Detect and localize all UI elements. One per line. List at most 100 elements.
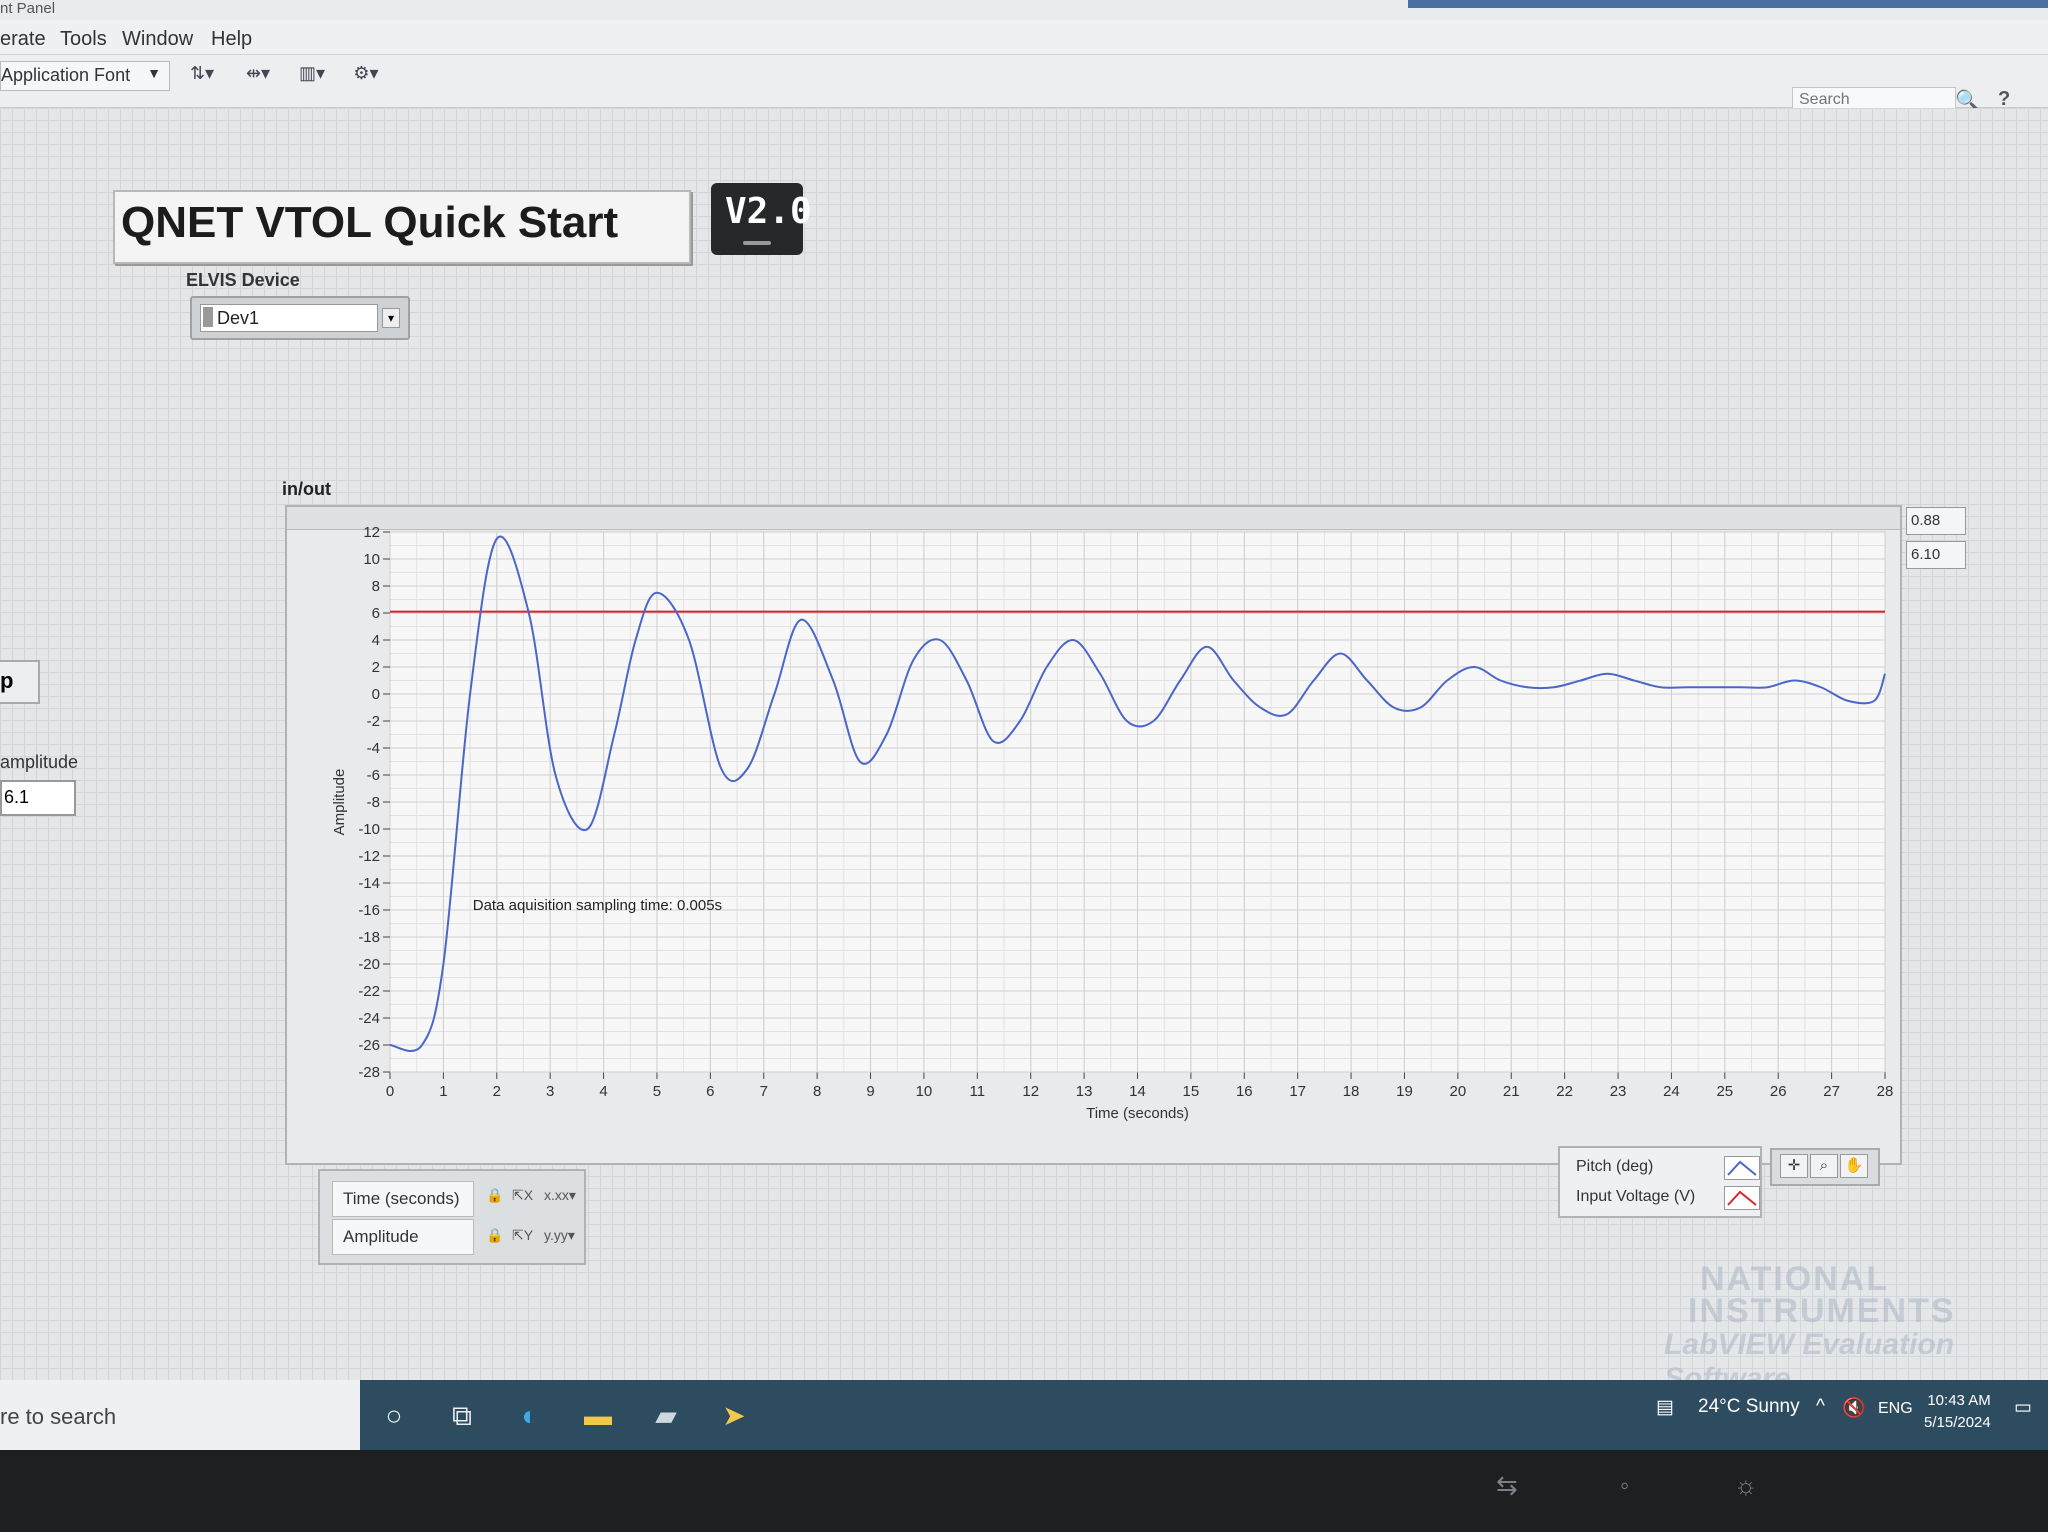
menu-operate[interactable]: erate — [0, 28, 46, 51]
brightness-icon: ☼ — [1734, 1470, 1758, 1500]
x-tick-label: 4 — [599, 1083, 607, 1100]
x-tick-label: 16 — [1236, 1083, 1253, 1100]
y-tick-label: -16 — [358, 902, 380, 919]
resize-objects-icon[interactable]: ▥▾ — [290, 63, 334, 91]
y-tick-label: -14 — [358, 875, 380, 892]
weather-icon[interactable]: ▤ — [1656, 1396, 1674, 1419]
y-tick-label: -20 — [358, 956, 380, 973]
x-tick-label: 23 — [1610, 1083, 1627, 1100]
system-clock[interactable]: 10:43 AM 5/15/2024 — [1924, 1390, 1991, 1434]
format-y-icon[interactable]: y.yy▾ — [544, 1227, 575, 1244]
elvis-device-label: ELVIS Device — [186, 270, 300, 290]
y-tick-label: -2 — [367, 713, 380, 730]
cortana-circle-icon[interactable]: ○ — [372, 1394, 416, 1438]
language-indicator[interactable]: ENG — [1878, 1400, 1913, 1418]
chevron-down-icon: ▼ — [147, 65, 161, 81]
labview-icon[interactable]: ➤ — [712, 1394, 756, 1438]
x-tick-label: 8 — [813, 1083, 821, 1100]
x-tick-label: 27 — [1823, 1083, 1840, 1100]
y-tick-label: 6 — [372, 605, 380, 622]
app-pad-icon[interactable]: ▰ — [644, 1394, 688, 1438]
menu-help[interactable]: Help — [211, 28, 252, 51]
menu-window[interactable]: Window — [122, 28, 193, 51]
y-tick-label: -28 — [358, 1064, 380, 1081]
y-tick-label: 0 — [372, 686, 380, 703]
zoom-icon[interactable]: ⌕ — [1810, 1154, 1838, 1178]
x-tick-label: 1 — [439, 1083, 447, 1100]
graph-label: in/out — [282, 479, 331, 499]
x-tick-label: 2 — [493, 1083, 501, 1100]
panel-title: QNET VTOL Quick Start — [121, 198, 619, 247]
taskbar-search[interactable]: re to search — [0, 1380, 360, 1450]
cursor-move-icon[interactable]: ✛ — [1780, 1154, 1808, 1178]
weather-text[interactable]: 24°C Sunny — [1698, 1396, 1800, 1418]
scale-legend-y[interactable]: Amplitude — [332, 1219, 474, 1255]
x-tick-label: 17 — [1289, 1083, 1306, 1100]
x-tick-label: 12 — [1022, 1083, 1039, 1100]
speaker-muted-icon[interactable]: 🔇 — [1842, 1396, 1866, 1420]
chevron-down-icon[interactable]: ▾ — [382, 308, 400, 328]
elvis-device-value: Dev1 — [217, 308, 260, 328]
y-tick-label: -4 — [367, 740, 380, 757]
window-title: nt Panel — [0, 0, 56, 17]
x-tick-label: 25 — [1716, 1083, 1733, 1100]
y-tick-label: 10 — [363, 551, 380, 568]
y-tick-label: 8 — [372, 578, 380, 595]
x-tick-label: 20 — [1450, 1083, 1467, 1100]
lock-icon[interactable]: 🔒 — [486, 1227, 503, 1244]
x-tick-label: 15 — [1183, 1083, 1200, 1100]
amplitude-input[interactable]: 6.1 — [0, 780, 76, 816]
amplitude-label: amplitude — [0, 752, 79, 772]
waveform-chart[interactable]: 0 1 2 3 4 5 6 7 8 9 10 11 12 13 14 15 16 17 18 19 20 21 22 23 24… — [290, 512, 1896, 1152]
chevron-up-icon[interactable]: ^ — [1816, 1396, 1825, 1418]
autoscale-x-icon[interactable]: ⇱X — [512, 1187, 533, 1204]
task-view-icon[interactable]: ⧉ — [440, 1394, 484, 1438]
y-tick-label: -12 — [358, 848, 380, 865]
watermark-line2: INSTRUMENTS — [1688, 1292, 1956, 1330]
legend-voltage-swatch — [1724, 1186, 1760, 1210]
y-tick-label: -24 — [358, 1010, 380, 1027]
x-tick-label: 18 — [1343, 1083, 1360, 1100]
file-explorer-icon[interactable]: ▬ — [576, 1394, 620, 1438]
edge-browser-icon[interactable]: ◐ — [508, 1394, 552, 1438]
pan-hand-icon[interactable]: ✋ — [1840, 1154, 1868, 1178]
x-tick-label: 26 — [1770, 1083, 1787, 1100]
reorder-icon[interactable]: ⚙▾ — [344, 63, 388, 91]
align-objects-icon[interactable]: ⇅▾ — [180, 63, 224, 91]
font-select[interactable]: Application Font ▼ — [0, 61, 170, 91]
title-accent-strip — [1408, 0, 2048, 8]
format-x-icon[interactable]: x.xx▾ — [544, 1187, 576, 1204]
lock-icon[interactable]: 🔒 — [486, 1187, 503, 1204]
y-tick-label: 4 — [372, 632, 380, 649]
legend-voltage-label: Input Voltage (V) — [1576, 1188, 1696, 1205]
graph-palette: ✛ ⌕ ✋ — [1770, 1148, 1880, 1186]
elvis-device-select[interactable]: Dev1 ▾ — [190, 296, 410, 340]
x-tick-label: 9 — [866, 1083, 874, 1100]
elvis-device-field[interactable]: Dev1 — [200, 304, 378, 332]
x-tick-label: 0 — [386, 1083, 394, 1100]
y-tick-label: -22 — [358, 983, 380, 1000]
y-tick-label: -10 — [358, 821, 380, 838]
distribute-objects-icon[interactable]: ⇹▾ — [236, 63, 280, 91]
monitor-menu-icon: ◦ — [1620, 1470, 1630, 1500]
menu-tools[interactable]: Tools — [60, 28, 107, 51]
y-tick-label: 2 — [372, 659, 380, 676]
x-tick-label: 22 — [1556, 1083, 1573, 1100]
scale-legend-x[interactable]: Time (seconds) — [332, 1181, 474, 1217]
y-tick-label: -6 — [367, 767, 380, 784]
stop-button[interactable]: p — [0, 660, 40, 704]
y-axis-label: Amplitude — [331, 769, 348, 836]
autoscale-y-icon[interactable]: ⇱Y — [512, 1227, 533, 1244]
scale-legend: Time (seconds) Amplitude 🔒 ⇱X x.xx▾ 🔒 ⇱Y… — [318, 1169, 586, 1265]
io-tag-icon — [203, 307, 213, 327]
x-tick-label: 11 — [970, 1083, 986, 1100]
y-tick-label: -18 — [358, 929, 380, 946]
notification-icon[interactable]: ▭ — [2014, 1396, 2032, 1419]
x-tick-label: 19 — [1396, 1083, 1413, 1100]
input-source-icon: ⇆ — [1496, 1470, 1518, 1500]
plot-legend: Pitch (deg) Input Voltage (V) — [1558, 1146, 1762, 1218]
digital-display-bottom[interactable]: 6.10 — [1906, 541, 1966, 569]
digital-display-top[interactable]: 0.88 — [1906, 507, 1966, 535]
x-axis-label: Time (seconds) — [1086, 1105, 1189, 1122]
version-badge: V2.0 — [711, 183, 812, 255]
